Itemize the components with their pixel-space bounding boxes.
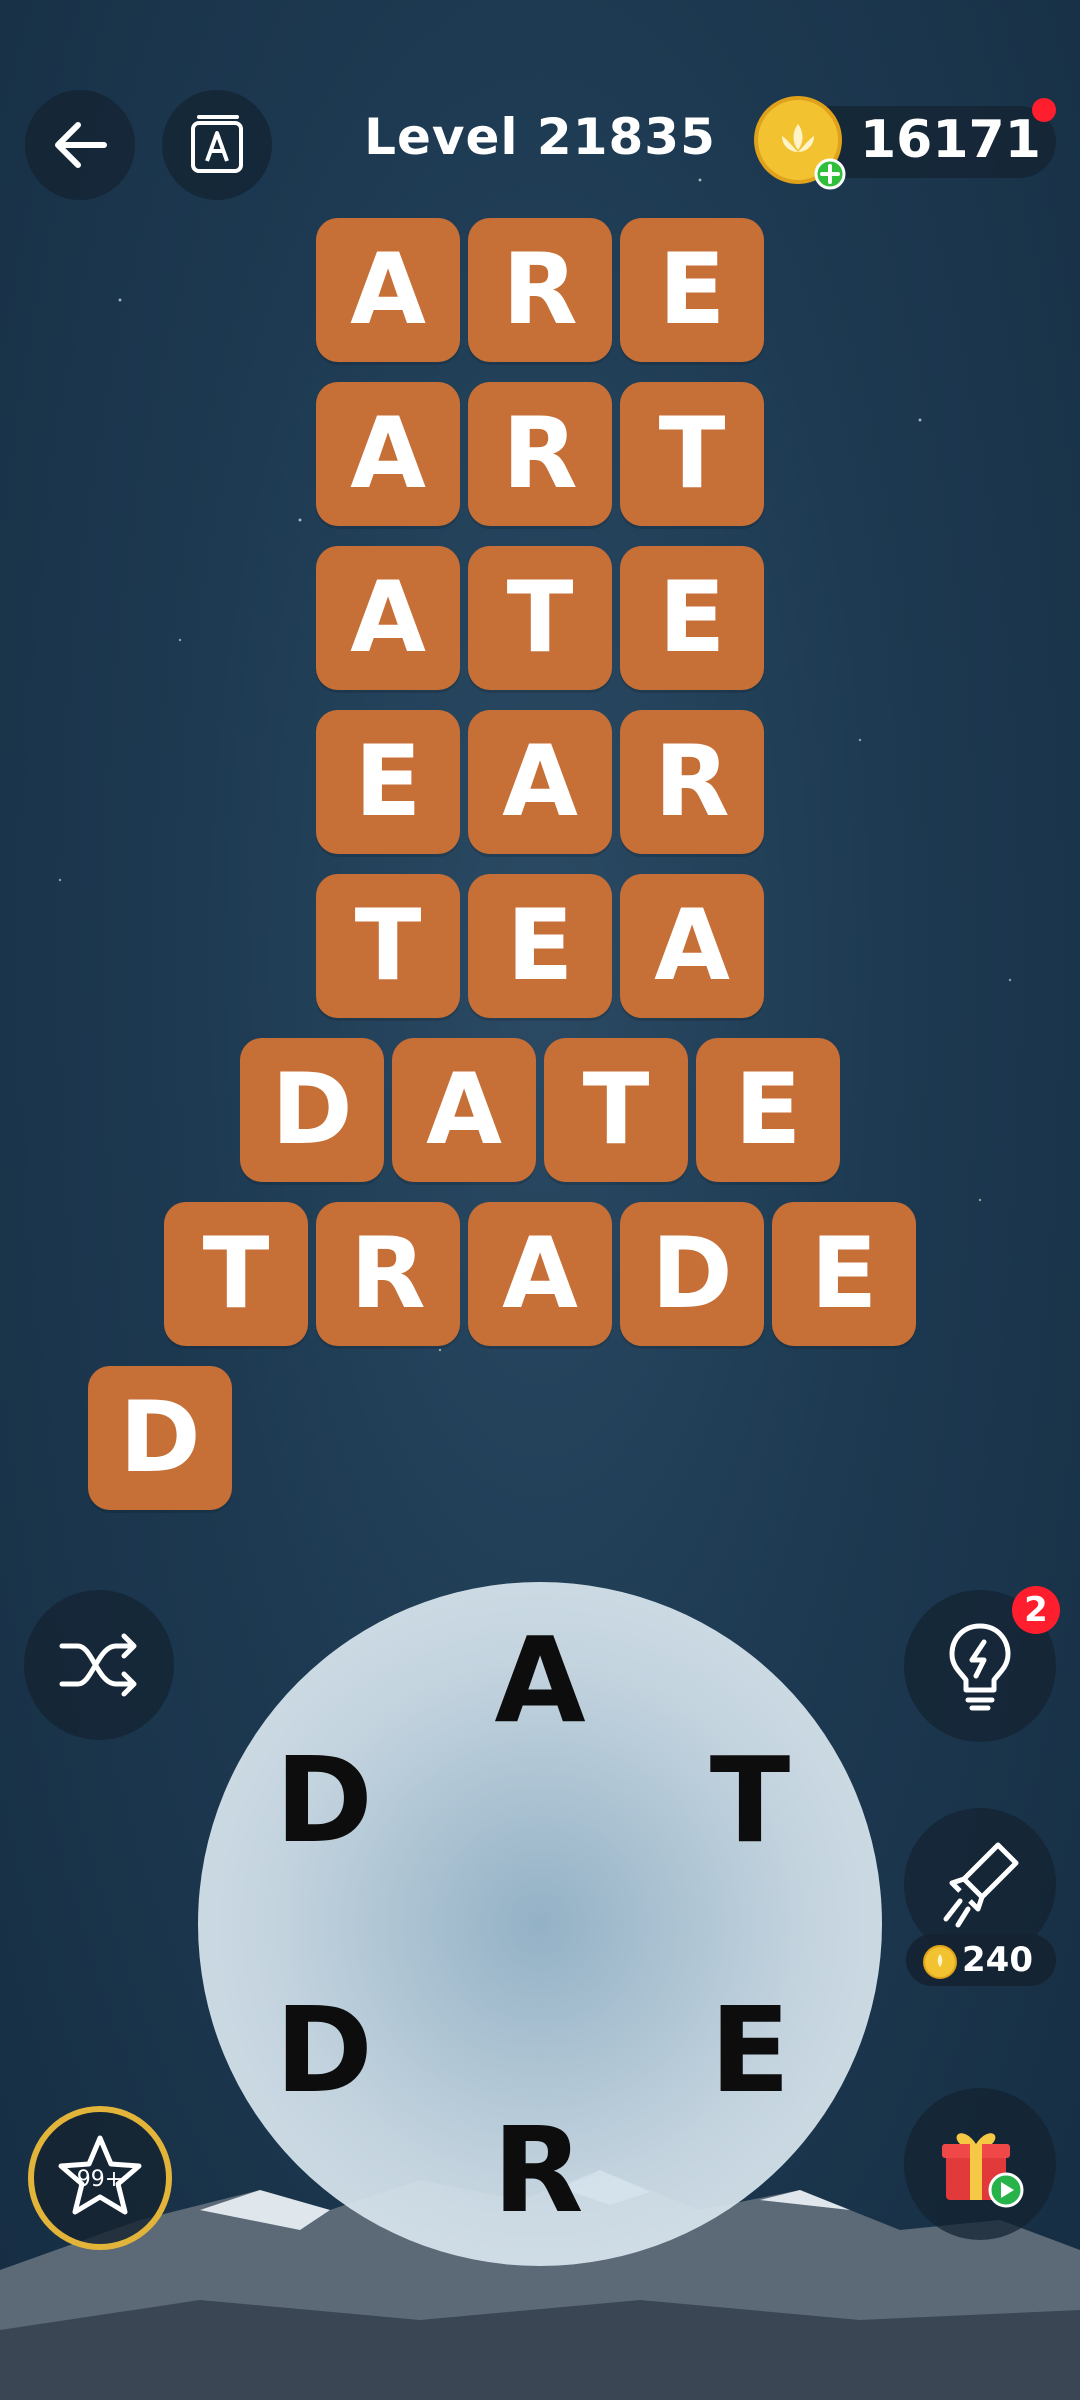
coin-icon	[923, 1945, 957, 1979]
letter-tile: E	[620, 218, 764, 362]
letter-tile: A	[620, 874, 764, 1018]
letter-wheel[interactable]: ATERDD	[198, 1582, 882, 2266]
stars-label: 99+	[77, 2167, 123, 2192]
letter-tile: D	[620, 1202, 764, 1346]
dictionary-button[interactable]	[162, 90, 272, 200]
letter-tile: E	[772, 1202, 916, 1346]
letter-tile: E	[620, 546, 764, 690]
wheel-letter[interactable]: D	[264, 1731, 384, 1869]
letter-tile: D	[240, 1038, 384, 1182]
letter-tile: A	[468, 1202, 612, 1346]
dictionary-icon	[191, 115, 243, 173]
letter-tile: R	[468, 382, 612, 526]
letter-tile: A	[316, 382, 460, 526]
star-icon: 99+	[58, 2135, 142, 2215]
lotus-coin-icon[interactable]	[752, 94, 848, 190]
letter-tile: E	[696, 1038, 840, 1182]
letter-tile: T	[544, 1038, 688, 1182]
shuffle-button[interactable]	[24, 1590, 174, 1740]
letter-tile: T	[468, 546, 612, 690]
arrow-left-icon	[55, 122, 107, 168]
stars-button[interactable]: 99+	[28, 2106, 172, 2250]
letter-tile: E	[316, 710, 460, 854]
rocket-cost: 240	[962, 1940, 1033, 1980]
wheel-letter[interactable]: R	[478, 2101, 598, 2239]
letter-tile: R	[620, 710, 764, 854]
wheel-letter[interactable]: D	[264, 1981, 384, 2119]
wheel-letter[interactable]: T	[690, 1731, 810, 1869]
rocket-icon	[943, 1842, 1019, 1928]
wheel-letter[interactable]: E	[690, 1981, 810, 2119]
back-button[interactable]	[25, 90, 135, 200]
letter-tile: E	[468, 874, 612, 1018]
letter-tile: D	[88, 1366, 232, 1510]
letter-tile: T	[164, 1202, 308, 1346]
letter-tile: T	[620, 382, 764, 526]
letter-tile: T	[316, 874, 460, 1018]
letter-tile: A	[316, 218, 460, 362]
letter-tile: A	[316, 546, 460, 690]
letter-tile: R	[316, 1202, 460, 1346]
letter-tile: A	[392, 1038, 536, 1182]
level-title: Level 21835	[364, 108, 716, 166]
wheel-letter[interactable]: A	[480, 1611, 600, 1749]
shuffle-icon	[59, 1633, 137, 1697]
notification-dot	[1032, 98, 1056, 122]
gift-button[interactable]	[904, 2088, 1056, 2240]
gift-icon	[942, 2133, 1024, 2208]
letter-tile: A	[468, 710, 612, 854]
letter-tile: R	[468, 218, 612, 362]
hint-count-badge: 2	[1012, 1586, 1060, 1634]
coin-balance: 16171	[860, 110, 1041, 170]
lightbulb-icon	[949, 1623, 1011, 1711]
